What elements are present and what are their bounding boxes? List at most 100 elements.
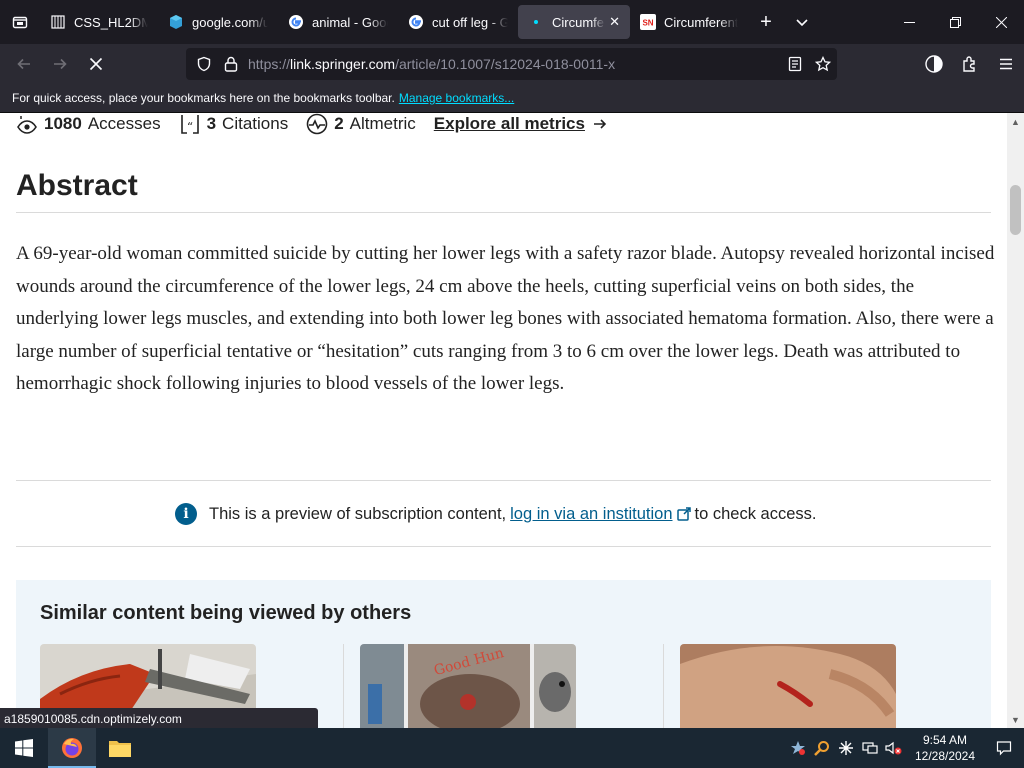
windows-logo-icon	[15, 739, 33, 757]
clock-date: 12/28/2024	[914, 749, 976, 763]
tab-animal-google[interactable]: animal - Goog	[278, 5, 398, 39]
svg-text:“: “	[187, 120, 193, 134]
clock-time: 9:54 AM	[922, 733, 968, 747]
puzzle-extension-icon	[963, 56, 975, 72]
restore-icon	[949, 16, 961, 28]
scroll-up-icon[interactable]: ▲	[1007, 113, 1024, 130]
tab-cut-off-leg[interactable]: cut off leg - G	[398, 5, 518, 39]
google-icon	[168, 14, 184, 30]
manage-bookmarks-link[interactable]: Manage bookmarks...	[399, 91, 514, 105]
restore-button[interactable]	[932, 0, 978, 44]
bookmarks-hint: For quick access, place your bookmarks h…	[12, 91, 395, 105]
tab-circumferential-active[interactable]: Circumfere ✕	[518, 5, 630, 39]
folder-icon	[109, 741, 131, 757]
tracking-protection-shield-icon[interactable]	[196, 56, 212, 72]
taskbar-firefox[interactable]	[48, 728, 96, 768]
google-icon	[408, 14, 424, 30]
windows-taskbar: 9:54 AM 12/28/2024	[0, 728, 1024, 768]
login-institution-link[interactable]: log in via an institution	[510, 505, 672, 524]
stop-icon	[89, 57, 103, 71]
scrollbar-thumb[interactable]	[1010, 185, 1021, 235]
arrow-right-icon	[593, 119, 607, 129]
network-icon[interactable]	[858, 728, 882, 768]
close-window-button[interactable]	[978, 0, 1024, 44]
preview-text: This is a preview of subscription conten…	[209, 504, 507, 523]
stop-loading-button[interactable]	[78, 48, 114, 80]
hamburger-menu-icon	[1000, 58, 1012, 70]
similar-content-section: Similar content being viewed by others G…	[16, 580, 991, 728]
url-text: https://link.springer.com/article/10.100…	[248, 56, 616, 72]
divider	[16, 212, 991, 213]
search-tray-icon[interactable]	[810, 728, 834, 768]
firefox-view-button[interactable]	[0, 0, 40, 44]
info-icon: i	[175, 503, 197, 525]
forward-arrow-icon	[54, 58, 67, 70]
forward-button[interactable]	[42, 48, 78, 80]
reader-view-icon[interactable]	[787, 56, 803, 72]
back-button[interactable]	[6, 48, 42, 80]
metric-label: Citations	[222, 114, 289, 133]
snowflake-tray-icon[interactable]	[834, 728, 858, 768]
quote-icon: “	[179, 113, 201, 135]
metric-accesses: 1080 Accesses	[16, 113, 161, 135]
back-arrow-icon	[17, 58, 30, 70]
close-icon	[995, 16, 1007, 28]
tab-google-url[interactable]: google.com/u	[158, 5, 278, 39]
page-scrollbar[interactable]: ▲ ▼	[1007, 113, 1024, 728]
abstract-heading: Abstract	[16, 169, 138, 202]
taskbar-file-explorer[interactable]	[96, 728, 144, 768]
similar-heading: Similar content being viewed by others	[40, 602, 412, 624]
metric-label: Accesses	[87, 114, 161, 133]
article-metrics: 1080 Accesses “ 3 Citations 2 Altmetric …	[16, 113, 607, 135]
minimize-icon	[903, 21, 915, 23]
tab-title: Circumferenti	[664, 14, 738, 30]
similar-article-image-collage[interactable]: Good Hun	[360, 644, 576, 728]
svg-text:SN: SN	[642, 19, 653, 28]
account-button[interactable]	[916, 46, 952, 82]
chevron-down-icon	[796, 19, 808, 27]
navigation-toolbar: https://link.springer.com/article/10.100…	[0, 44, 1024, 84]
abstract-text: A 69-year-old woman committed suicide by…	[16, 243, 995, 394]
close-tab-icon[interactable]: ✕	[609, 14, 620, 30]
web-page-content: 1080 Accesses “ 3 Citations 2 Altmetric …	[0, 113, 1007, 728]
extensions-button[interactable]	[952, 46, 988, 82]
google-icon	[288, 14, 304, 30]
status-bar: a1859010085.cdn.optimizely.com	[0, 708, 318, 730]
tab-title: google.com/u	[192, 14, 268, 30]
tray-app-icon[interactable]	[786, 728, 810, 768]
app-menu-button[interactable]	[988, 46, 1024, 82]
window-controls	[886, 0, 1024, 44]
explore-label: Explore all metrics	[433, 114, 585, 133]
plus-icon: +	[760, 10, 772, 33]
tab-title: CSS_HL2DM_I	[74, 14, 148, 30]
tab-title: cut off leg - G	[432, 14, 508, 30]
metric-altmetric: 2 Altmetric	[306, 113, 416, 135]
volume-muted-icon[interactable]	[882, 728, 906, 768]
springer-nature-icon: SN	[640, 14, 656, 30]
bookmark-star-icon[interactable]	[815, 56, 831, 72]
taskbar-clock[interactable]: 9:54 AM 12/28/2024	[906, 732, 984, 764]
lock-icon[interactable]	[224, 56, 238, 72]
new-tab-button[interactable]: +	[748, 0, 784, 44]
list-all-tabs-button[interactable]	[784, 0, 820, 44]
minimize-button[interactable]	[886, 0, 932, 44]
metric-value: 1080	[44, 114, 82, 133]
account-sync-icon	[925, 55, 943, 73]
divider	[16, 480, 991, 481]
scroll-down-icon[interactable]: ▼	[1007, 711, 1024, 728]
tab-circumferential[interactable]: SN Circumferenti	[630, 5, 748, 39]
subscription-preview-notice: i This is a preview of subscription cont…	[175, 501, 816, 527]
start-button[interactable]	[0, 728, 48, 768]
altmetric-icon	[306, 113, 328, 135]
similar-article-image-wound[interactable]	[680, 644, 896, 728]
eye-icon	[16, 113, 38, 135]
bookmarks-toolbar: For quick access, place your bookmarks h…	[0, 84, 1024, 113]
firefox-icon	[62, 738, 82, 758]
explore-all-metrics-link[interactable]: Explore all metrics	[434, 114, 607, 134]
tab-css-hl2dm[interactable]: CSS_HL2DM_I	[40, 5, 158, 39]
tab-title: animal - Goog	[312, 14, 388, 30]
action-center-button[interactable]	[984, 728, 1024, 768]
url-bar[interactable]: https://link.springer.com/article/10.100…	[186, 48, 837, 80]
notification-icon	[996, 741, 1012, 756]
tab-title: Circumfere	[552, 14, 605, 30]
